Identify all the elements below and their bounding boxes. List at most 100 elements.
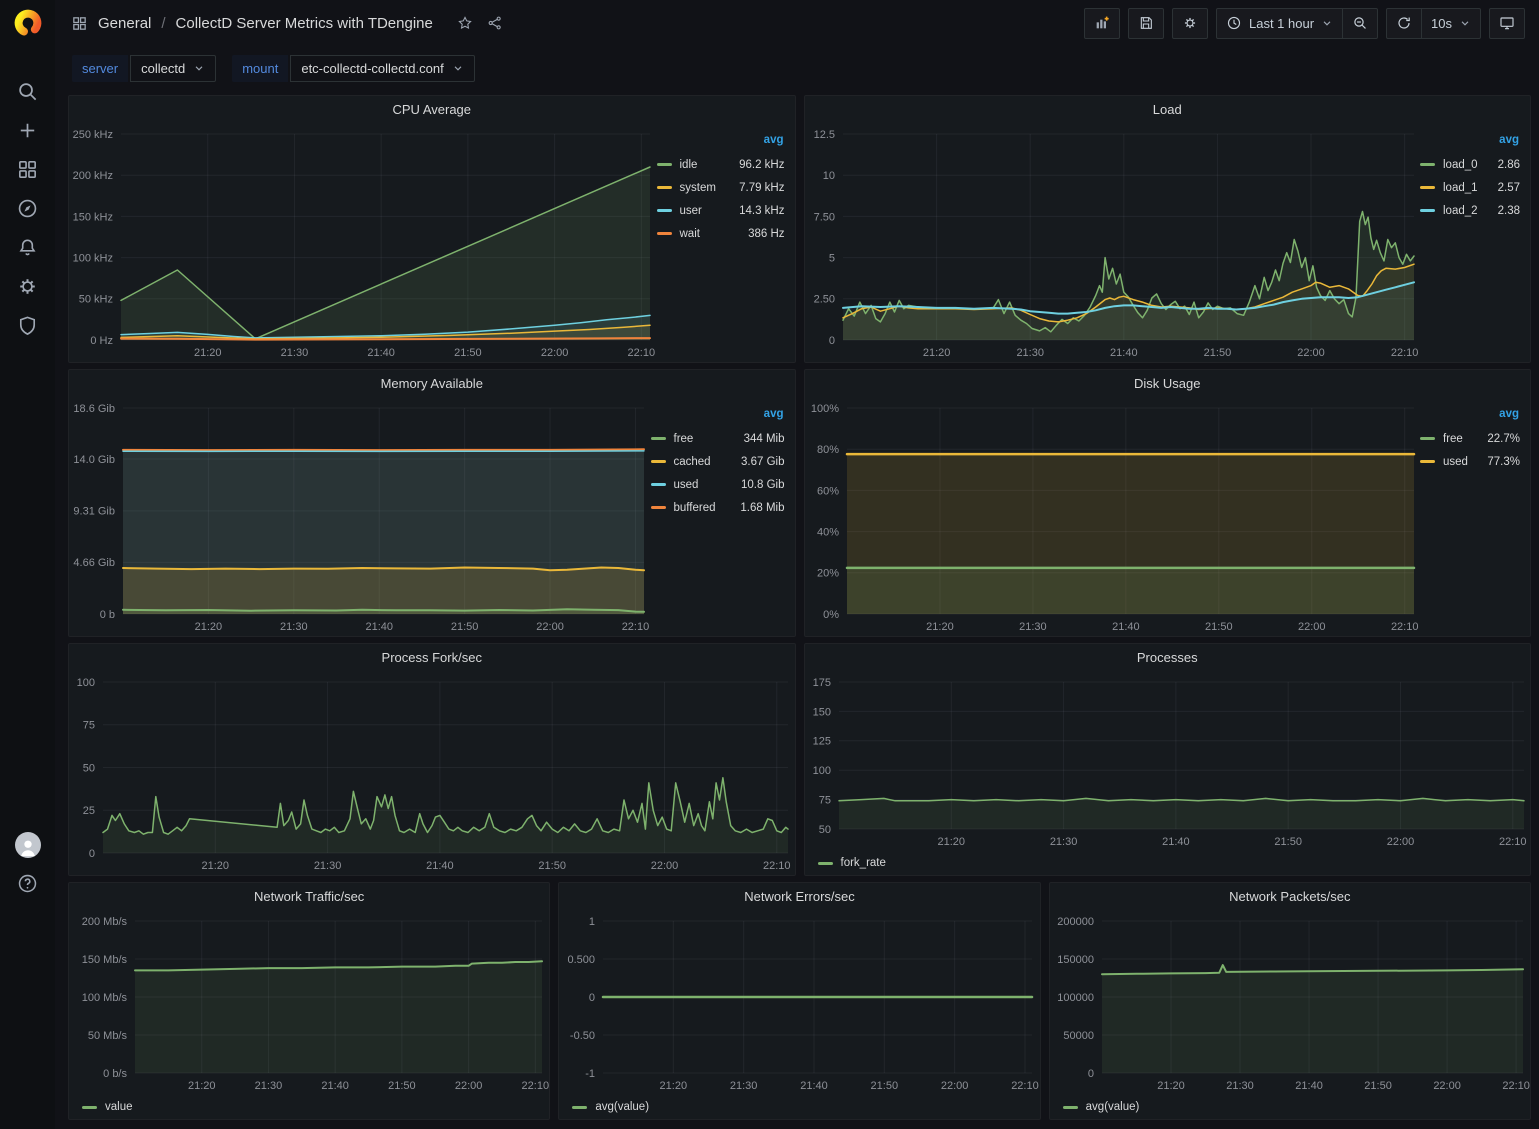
legend-series-name: free	[674, 433, 744, 445]
legend-item[interactable]: user14.3 kHz	[657, 199, 785, 222]
panel-header[interactable]: CPU Average	[69, 96, 795, 122]
chart-plot[interactable]: 507510012515017521:2021:3021:4021:5022:0…	[805, 670, 1531, 851]
svg-text:21:50: 21:50	[871, 1080, 899, 1092]
legend-item[interactable]: avg(value)	[1063, 1101, 1140, 1113]
panel-title[interactable]: Network Errors/sec	[744, 889, 855, 904]
svg-text:50: 50	[83, 762, 95, 774]
legend-series-value: 10.8 Gib	[741, 479, 784, 491]
panel-title[interactable]: Process Fork/sec	[382, 650, 482, 665]
legend-item[interactable]: free22.7%	[1420, 427, 1520, 450]
chart-svg: -1-0.5000.500121:2021:3021:4021:5022:002…	[559, 909, 1039, 1095]
svg-text:21:30: 21:30	[281, 347, 309, 359]
settings-gear-icon[interactable]	[16, 275, 39, 298]
legend-item[interactable]: buffered1.68 Mib	[651, 496, 785, 519]
panel-cpu: CPU Average 0 Hz50 kHz100 kHz150 kHz200 …	[68, 95, 796, 363]
share-icon[interactable]	[487, 15, 503, 31]
variable-server: server collectd	[72, 55, 216, 82]
panel-title[interactable]: Processes	[1137, 650, 1198, 665]
breadcrumb-folder[interactable]: General	[98, 15, 151, 32]
svg-text:-1: -1	[586, 1068, 596, 1080]
dashboard-settings-button[interactable]	[1172, 8, 1208, 39]
legend-series-name: wait	[680, 228, 749, 240]
svg-text:25: 25	[83, 805, 95, 817]
chart-plot[interactable]: -1-0.5000.500121:2021:3021:4021:5022:002…	[559, 909, 1039, 1095]
refresh-button[interactable]	[1387, 9, 1421, 38]
legend-item[interactable]: value	[82, 1101, 133, 1113]
dashboard-title[interactable]: CollectD Server Metrics with TDengine	[176, 15, 433, 32]
dashboards-icon[interactable]	[16, 158, 39, 181]
search-icon[interactable]	[16, 80, 39, 103]
legend-item[interactable]: fork_rate	[818, 857, 886, 869]
svg-text:22:10: 22:10	[522, 1080, 550, 1092]
legend-series-name: load_1	[1443, 182, 1498, 194]
panel-header[interactable]: Load	[805, 96, 1531, 122]
legend-item[interactable]: system7.79 kHz	[657, 176, 785, 199]
star-icon[interactable]	[457, 15, 473, 31]
monitor-icon	[1499, 15, 1515, 31]
plus-icon[interactable]	[16, 119, 39, 142]
chevron-down-icon	[1321, 17, 1333, 29]
legend-avg-header[interactable]: avg	[651, 408, 785, 420]
refresh-interval-picker[interactable]: 10s	[1421, 9, 1480, 38]
chart-plot[interactable]: 025507510021:2021:3021:4021:5022:0022:10	[69, 670, 795, 875]
chart-legend: avg free22.7%used77.3%	[1420, 396, 1530, 636]
kiosk-mode-button[interactable]	[1489, 8, 1525, 39]
legend-item[interactable]: load_12.57	[1420, 176, 1520, 199]
panel-header[interactable]: Network Errors/sec	[559, 883, 1039, 909]
legend-item[interactable]: idle96.2 kHz	[657, 153, 785, 176]
svg-text:18.6 Gib: 18.6 Gib	[73, 403, 115, 415]
legend-item[interactable]: load_02.86	[1420, 153, 1520, 176]
legend-item[interactable]: cached3.67 Gib	[651, 450, 785, 473]
svg-text:100 Mb/s: 100 Mb/s	[82, 992, 128, 1004]
chart-plot[interactable]: 0 b/s50 Mb/s100 Mb/s150 Mb/s200 Mb/s21:2…	[69, 909, 549, 1095]
chart-plot[interactable]: 0%20%40%60%80%100%21:2021:3021:4021:5022…	[805, 396, 1421, 636]
chart-plot[interactable]: 02.5057.501012.521:2021:3021:4021:5022:0…	[805, 122, 1421, 362]
time-range-picker[interactable]: Last 1 hour	[1217, 9, 1342, 38]
alerting-bell-icon[interactable]	[16, 236, 39, 259]
panel-header[interactable]: Disk Usage	[805, 370, 1531, 396]
legend-item[interactable]: avg(value)	[572, 1101, 649, 1113]
svg-text:21:20: 21:20	[937, 836, 965, 848]
legend-avg-header[interactable]: avg	[1420, 408, 1520, 420]
panel-title[interactable]: Network Traffic/sec	[254, 889, 364, 904]
panel-title[interactable]: Network Packets/sec	[1229, 889, 1350, 904]
variable-value-dropdown[interactable]: etc-collectd-collectd.conf	[290, 55, 474, 82]
chart-plot[interactable]: 0 Hz50 kHz100 kHz150 kHz200 kHz250 kHz21…	[69, 122, 657, 362]
legend-item[interactable]: used77.3%	[1420, 450, 1520, 473]
svg-text:21:40: 21:40	[426, 860, 454, 872]
panel-header[interactable]: Network Traffic/sec	[69, 883, 549, 909]
svg-text:22:00: 22:00	[1433, 1080, 1461, 1092]
panel-title[interactable]: CPU Average	[392, 102, 471, 117]
panel-title[interactable]: Disk Usage	[1134, 376, 1200, 391]
add-panel-button[interactable]	[1084, 8, 1120, 39]
dashboard-grid-icon[interactable]	[71, 15, 88, 32]
legend-avg-header[interactable]: avg	[657, 134, 785, 146]
help-icon[interactable]	[16, 872, 39, 895]
legend-series-value: 344 Mib	[744, 433, 785, 445]
chart-plot[interactable]: 05000010000015000020000021:2021:3021:402…	[1050, 909, 1530, 1095]
admin-shield-icon[interactable]	[16, 314, 39, 337]
legend-item[interactable]: wait386 Hz	[657, 222, 785, 245]
legend-item[interactable]: used10.8 Gib	[651, 473, 785, 496]
grafana-logo[interactable]	[0, 0, 55, 38]
chart-legend: avg(value)	[1050, 1095, 1530, 1119]
explore-compass-icon[interactable]	[16, 197, 39, 220]
user-avatar[interactable]	[15, 832, 41, 858]
svg-text:21:20: 21:20	[1157, 1080, 1185, 1092]
legend-item[interactable]: load_22.38	[1420, 199, 1520, 222]
svg-text:22:10: 22:10	[1012, 1080, 1040, 1092]
panel-header[interactable]: Memory Available	[69, 370, 795, 396]
panel-title[interactable]: Load	[1153, 102, 1182, 117]
panel-header[interactable]: Process Fork/sec	[69, 644, 795, 670]
variable-value-dropdown[interactable]: collectd	[130, 55, 216, 82]
legend-series-name: cached	[674, 456, 742, 468]
legend-item[interactable]: free344 Mib	[651, 427, 785, 450]
panel-header[interactable]: Network Packets/sec	[1050, 883, 1530, 909]
panel-title[interactable]: Memory Available	[381, 376, 483, 391]
panel-header[interactable]: Processes	[805, 644, 1531, 670]
zoom-out-button[interactable]	[1342, 9, 1377, 38]
save-dashboard-button[interactable]	[1128, 8, 1164, 39]
svg-text:150000: 150000	[1057, 954, 1094, 966]
legend-avg-header[interactable]: avg	[1420, 134, 1520, 146]
chart-plot[interactable]: 0 b4.66 Gib9.31 Gib14.0 Gib18.6 Gib21:20…	[69, 396, 651, 636]
